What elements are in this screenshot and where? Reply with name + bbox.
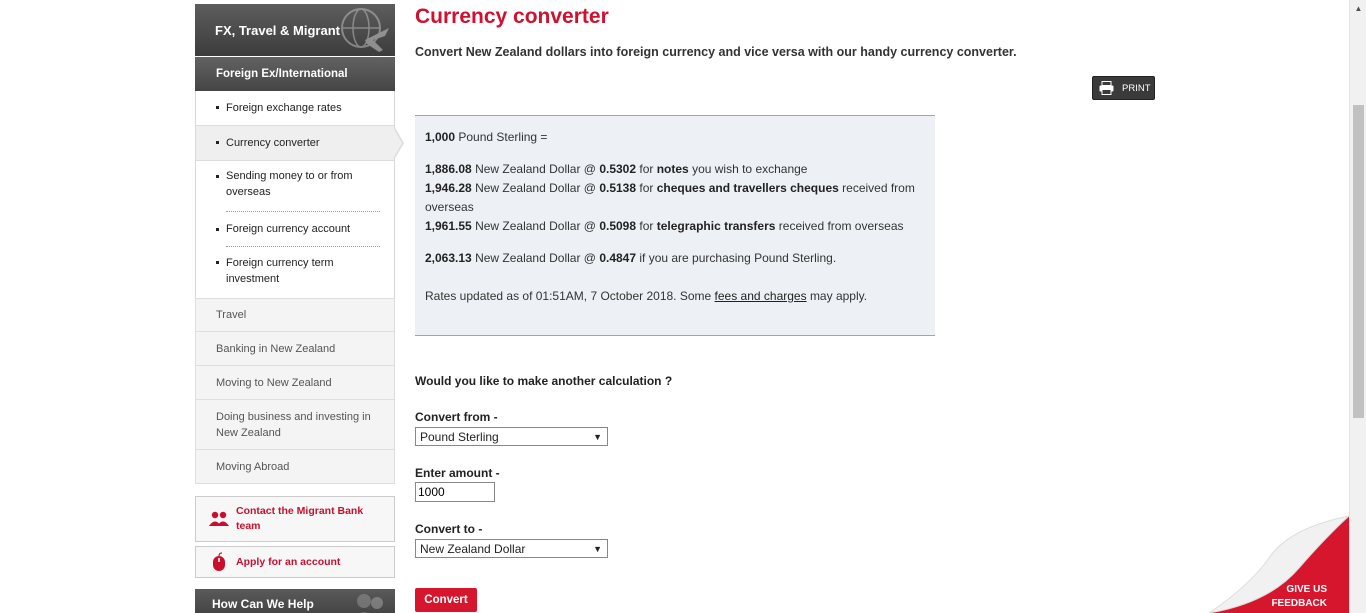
- printer-icon: [1099, 81, 1114, 95]
- sidebar-section-label: Foreign Ex/International: [216, 68, 348, 80]
- sidebar-item-travel[interactable]: Travel: [195, 298, 395, 332]
- print-label: PRINT: [1122, 82, 1151, 94]
- result-row-notes: 1,886.08 New Zealand Dollar @ 0.5302 for…: [425, 160, 925, 179]
- feedback-label: GIVE US FEEDBACK: [1271, 583, 1327, 611]
- result-pre: for: [639, 181, 654, 195]
- sidebar-item-foreign-exchange-rates[interactable]: Foreign exchange rates: [196, 91, 394, 125]
- amount-input[interactable]: [415, 482, 495, 502]
- result-row-cheques: 1,946.28 New Zealand Dollar @ 0.5138 for…: [425, 179, 925, 217]
- result-kind: notes: [656, 162, 689, 176]
- sidebar-item-label: Currency converter: [226, 137, 320, 149]
- sidebar-nav: FX, Travel & Migrant Foreign Ex/Internat…: [195, 4, 404, 613]
- sidebar-item-foreign-currency-account[interactable]: Foreign currency account: [196, 212, 394, 247]
- apply-link-label: Apply for an account: [236, 555, 341, 568]
- page-intro: Convert New Zealand dollars into foreign…: [415, 45, 1017, 59]
- result-kind: telegraphic transfers: [656, 219, 776, 233]
- help-label: How Can We Help: [212, 597, 314, 611]
- active-indicator-arrow: [393, 126, 404, 160]
- rates-updated-note: Rates updated as of 01:51AM, 7 October 2…: [425, 287, 925, 306]
- sidebar-sub-list: Foreign exchange rates Currency converte…: [195, 91, 404, 298]
- sidebar-item-label: Doing business and investing in New Zeal…: [216, 410, 371, 439]
- result-currency: New Zealand Dollar @: [475, 162, 596, 176]
- how-can-we-help-header[interactable]: How Can We Help: [195, 589, 395, 613]
- scrollbar-thumb[interactable]: [1353, 105, 1364, 418]
- print-button[interactable]: PRINT: [1092, 76, 1155, 100]
- sidebar-item-label: Sending money to or from overseas: [226, 168, 380, 212]
- sidebar-item-label: Travel: [216, 309, 247, 321]
- result-rate: 0.5302: [599, 162, 637, 176]
- apply-account-link[interactable]: Apply for an account: [195, 546, 395, 578]
- sidebar-item-label: Foreign currency account: [226, 212, 380, 247]
- result-amount: 1,961.55: [425, 219, 472, 233]
- result-pre: for: [639, 162, 654, 176]
- people-silhouette-icon: [357, 594, 383, 613]
- feedback-tab[interactable]: GIVE US FEEDBACK: [1208, 508, 1351, 613]
- convert-from-value: Pound Sterling: [420, 429, 499, 444]
- result-post: you wish to exchange: [692, 162, 808, 176]
- people-icon: [206, 511, 232, 527]
- convert-to-value: New Zealand Dollar: [420, 541, 526, 556]
- result-rate: 0.5098: [599, 219, 637, 233]
- result-amount: 1,886.08: [425, 162, 472, 176]
- updated-text: Rates updated as of 01:51AM, 7 October 2…: [425, 289, 712, 303]
- result-currency: New Zealand Dollar @: [475, 251, 596, 265]
- convert-to-select[interactable]: New Zealand Dollar ▼: [415, 539, 608, 558]
- base-currency: Pound Sterling =: [458, 130, 548, 144]
- result-pre: for: [639, 219, 654, 233]
- sidebar-header[interactable]: FX, Travel & Migrant: [195, 4, 395, 56]
- result-amount: 1,946.28: [425, 181, 472, 195]
- sidebar-item-doing-business[interactable]: Doing business and investing in New Zeal…: [195, 400, 395, 450]
- globe-plane-icon: [341, 8, 389, 52]
- base-amount: 1,000: [425, 130, 456, 144]
- sidebar-item-currency-converter[interactable]: Currency converter: [196, 125, 404, 161]
- result-currency: New Zealand Dollar @: [475, 181, 596, 195]
- fees-and-charges-link[interactable]: fees and charges: [715, 289, 807, 303]
- vertical-scrollbar[interactable]: ▲: [1349, 0, 1366, 613]
- result-rate: 0.4847: [599, 251, 637, 265]
- convert-button[interactable]: Convert: [415, 588, 477, 612]
- contact-migrant-team-link[interactable]: Contact the Migrant Bank team: [195, 496, 395, 542]
- mouse-icon: [206, 552, 232, 572]
- convert-from-select[interactable]: Pound Sterling ▼: [415, 427, 608, 446]
- sidebar-item-label: Foreign currency term investment: [226, 257, 334, 285]
- result-rate: 0.5138: [599, 181, 637, 195]
- amount-label: Enter amount -: [415, 466, 500, 480]
- sidebar-header-label: FX, Travel & Migrant: [215, 22, 340, 38]
- contact-link-label: Contact the Migrant Bank team: [236, 505, 364, 532]
- feedback-line-2: FEEDBACK: [1271, 598, 1327, 609]
- result-post: if you are purchasing Pound Sterling.: [639, 251, 837, 265]
- result-amount: 2,063.13: [425, 251, 472, 265]
- result-currency: New Zealand Dollar @: [475, 219, 596, 233]
- sidebar-item-label: Moving to New Zealand: [216, 376, 332, 389]
- result-row-purchase: 2,063.13 New Zealand Dollar @ 0.4847 if …: [425, 249, 925, 268]
- convert-from-label: Convert from -: [415, 410, 498, 424]
- result-post: received from overseas: [778, 219, 904, 233]
- sidebar-item-label: Foreign exchange rates: [226, 102, 342, 114]
- dropdown-arrow-icon: ▼: [593, 543, 602, 554]
- dropdown-arrow-icon: ▼: [593, 431, 602, 442]
- sidebar-item-moving-abroad[interactable]: Moving Abroad: [195, 450, 395, 484]
- result-base-line: 1,000 Pound Sterling =: [425, 128, 925, 147]
- sidebar-item-term-investment[interactable]: Foreign currency term investment: [196, 247, 394, 298]
- result-kind: cheques and travellers cheques: [656, 181, 839, 195]
- convert-to-label: Convert to -: [415, 522, 483, 536]
- conversion-result-panel: 1,000 Pound Sterling = 1,886.08 New Zeal…: [415, 115, 935, 336]
- scroll-up-arrow-icon[interactable]: ▲: [1350, 0, 1366, 17]
- sidebar-item-sending-money[interactable]: Sending money to or from overseas: [196, 161, 394, 212]
- sidebar-item-banking-nz[interactable]: Banking in New Zealand: [195, 332, 395, 366]
- page-title: Currency converter: [415, 5, 609, 28]
- sidebar-item-label: Moving Abroad: [216, 460, 290, 473]
- updated-suffix: may apply.: [809, 289, 868, 303]
- sidebar-item-label: Banking in New Zealand: [216, 342, 336, 355]
- result-row-telegraphic: 1,961.55 New Zealand Dollar @ 0.5098 for…: [425, 217, 925, 236]
- sidebar-section-foreign-ex[interactable]: Foreign Ex/International: [195, 57, 395, 91]
- sidebar-item-moving-nz[interactable]: Moving to New Zealand: [195, 366, 395, 400]
- calculation-question: Would you like to make another calculati…: [415, 374, 673, 388]
- feedback-line-1: GIVE US: [1286, 584, 1327, 595]
